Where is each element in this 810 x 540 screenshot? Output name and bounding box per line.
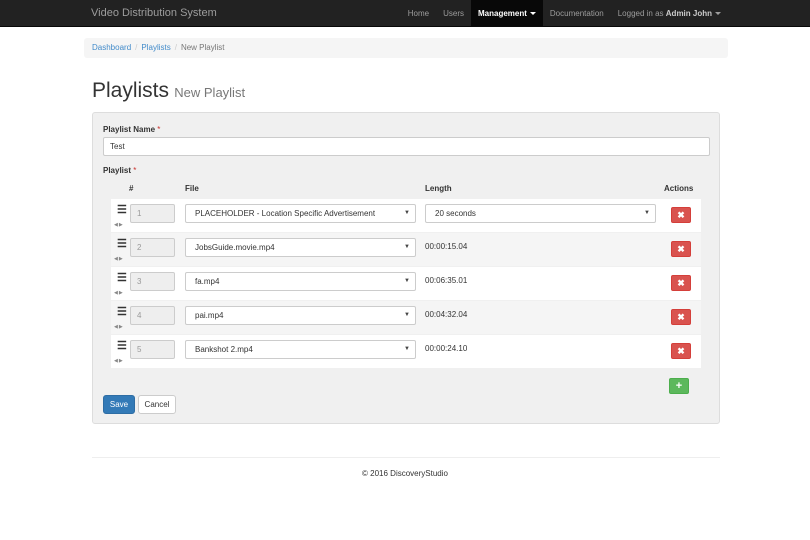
- reorder-arrows-icon[interactable]: ◀▶: [114, 324, 124, 330]
- caret-down-icon: [715, 12, 721, 16]
- file-select[interactable]: fa.mp4 ▼: [185, 272, 416, 291]
- playlist-row: ☰ ◀▶ 1 PLACEHOLDER - Location Specific A…: [111, 199, 701, 232]
- file-select[interactable]: JobsGuide.movie.mp4 ▼: [185, 238, 416, 257]
- column-header-length: Length: [425, 184, 452, 193]
- playlist-label-text: Playlist: [103, 166, 132, 175]
- row-number-field: 5: [130, 340, 175, 359]
- delete-row-button[interactable]: ✖: [671, 309, 691, 325]
- length-value: 00:00:24.10: [425, 344, 468, 353]
- brand-link[interactable]: Video Distribution System: [91, 7, 217, 19]
- page-subtitle: New Playlist: [174, 85, 246, 100]
- playlist-form-panel: Playlist Name * Test Playlist * # File L…: [92, 112, 720, 424]
- length-select-value: 20 seconds: [435, 209, 476, 218]
- user-name: Admin John: [665, 9, 712, 18]
- file-select[interactable]: Bankshot 2.mp4 ▼: [185, 340, 416, 359]
- playlist-name-label: Playlist Name *: [103, 125, 160, 134]
- playlist-row: ☰ ◀▶ 3 fa.mp4 ▼ 00:06:35.01 ✖: [111, 267, 701, 300]
- playlist-row: ☰ ◀▶ 2 JobsGuide.movie.mp4 ▼ 00:00:15.04 …: [111, 233, 701, 266]
- playlist-row: ☰ ◀▶ 4 pai.mp4 ▼ 00:04:32.04 ✖: [111, 301, 701, 334]
- delete-row-button[interactable]: ✖: [671, 207, 691, 223]
- chevron-down-icon: ▼: [404, 278, 410, 284]
- length-value: 00:00:15.04: [425, 242, 468, 251]
- reorder-arrows-icon[interactable]: ◀▶: [114, 358, 124, 364]
- file-select-value: fa.mp4: [195, 277, 220, 286]
- column-header-number: #: [129, 184, 134, 193]
- column-header-actions: Actions: [664, 184, 694, 193]
- user-prefix: Logged in as: [617, 9, 664, 18]
- reorder-arrows-icon[interactable]: ◀▶: [114, 256, 124, 262]
- delete-row-button[interactable]: ✖: [671, 275, 691, 291]
- drag-handle-icon[interactable]: ☰: [117, 341, 127, 352]
- page-title: Playlists: [92, 79, 170, 102]
- breadcrumb-current: New Playlist: [180, 43, 225, 52]
- playlist-name-label-text: Playlist Name: [103, 125, 156, 134]
- delete-row-button[interactable]: ✖: [671, 241, 691, 257]
- chevron-down-icon: ▼: [404, 312, 410, 318]
- nav-menu: Home Users Management Documentation Logg…: [401, 0, 728, 27]
- breadcrumb-separator: /: [174, 43, 177, 52]
- nav-item-documentation[interactable]: Documentation: [543, 0, 611, 27]
- top-navbar: Video Distribution System Home Users Man…: [0, 0, 810, 27]
- user-menu[interactable]: Logged in as Admin John: [611, 0, 728, 27]
- row-number-field: 4: [130, 306, 175, 325]
- length-value: 00:04:32.04: [425, 310, 468, 319]
- reorder-arrows-icon[interactable]: ◀▶: [114, 222, 124, 228]
- save-button[interactable]: Save: [103, 395, 135, 414]
- drag-handle-icon[interactable]: ☰: [117, 239, 127, 250]
- caret-down-icon: [529, 12, 536, 16]
- chevron-down-icon: ▼: [404, 346, 410, 352]
- nav-item-management[interactable]: Management: [471, 0, 543, 27]
- row-number-field: 2: [130, 238, 175, 257]
- page-header: Playlists New Playlist: [92, 79, 245, 103]
- file-select-value: pai.mp4: [195, 311, 224, 320]
- row-number-field: 3: [130, 272, 175, 291]
- drag-handle-icon[interactable]: ☰: [117, 273, 127, 284]
- chevron-down-icon: ▼: [404, 210, 410, 216]
- add-row-button[interactable]: +: [669, 378, 689, 394]
- required-mark: *: [133, 166, 137, 175]
- column-header-file: File: [185, 184, 199, 193]
- length-select[interactable]: 20 seconds ▼: [425, 204, 656, 223]
- footer-copyright: © 2016 DiscoveryStudio: [362, 469, 448, 478]
- drag-handle-icon[interactable]: ☰: [117, 307, 127, 318]
- breadcrumb-dashboard[interactable]: Dashboard: [92, 43, 131, 52]
- row-number-field: 1: [130, 204, 175, 223]
- playlist-label: Playlist *: [103, 166, 136, 175]
- length-value: 00:06:35.01: [425, 276, 468, 285]
- breadcrumb-separator: /: [135, 43, 138, 52]
- playlist-name-input[interactable]: Test: [103, 137, 710, 156]
- nav-item-management-label: Management: [478, 9, 527, 18]
- required-mark: *: [157, 125, 161, 134]
- file-select-value: JobsGuide.movie.mp4: [195, 243, 275, 252]
- file-select[interactable]: PLACEHOLDER - Location Specific Advertis…: [185, 204, 416, 223]
- playlist-row: ☰ ◀▶ 5 Bankshot 2.mp4 ▼ 00:00:24.10 ✖: [111, 335, 701, 368]
- cancel-button[interactable]: Cancel: [138, 395, 176, 414]
- drag-handle-icon[interactable]: ☰: [117, 205, 127, 216]
- chevron-down-icon: ▼: [404, 244, 410, 250]
- breadcrumb-playlists[interactable]: Playlists: [141, 43, 170, 52]
- nav-item-home[interactable]: Home: [401, 0, 436, 27]
- delete-row-button[interactable]: ✖: [671, 343, 691, 359]
- footer-divider: [92, 457, 720, 458]
- reorder-arrows-icon[interactable]: ◀▶: [114, 290, 124, 296]
- file-select-value: PLACEHOLDER - Location Specific Advertis…: [195, 209, 376, 218]
- breadcrumb: Dashboard / Playlists / New Playlist: [84, 38, 728, 58]
- file-select[interactable]: pai.mp4 ▼: [185, 306, 416, 325]
- chevron-down-icon: ▼: [644, 210, 650, 216]
- file-select-value: Bankshot 2.mp4: [195, 345, 253, 354]
- nav-item-users[interactable]: Users: [436, 0, 471, 27]
